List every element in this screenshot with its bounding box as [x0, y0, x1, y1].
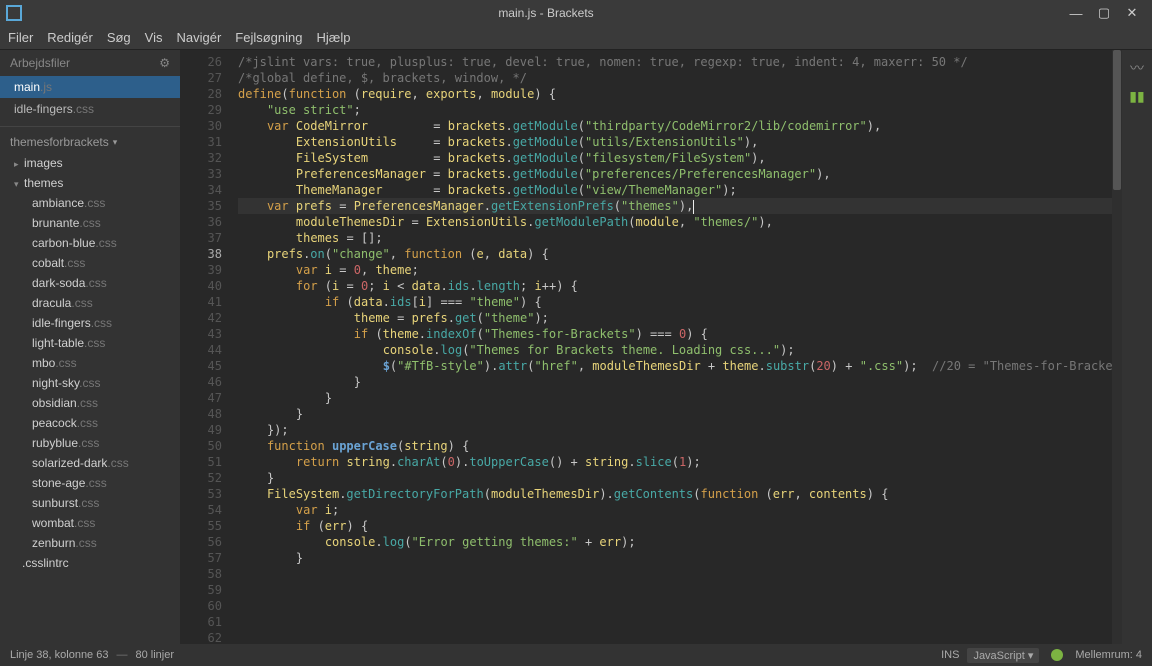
file-item[interactable]: rubyblue.css — [0, 433, 180, 453]
status-lines: 80 linjer — [135, 649, 174, 661]
working-files-header: Arbejdsfiler ⚙ — [0, 50, 180, 76]
project-header[interactable]: themesforbrackets ▾ — [0, 127, 180, 153]
gear-icon[interactable]: ⚙ — [159, 56, 170, 70]
file-item[interactable]: night-sky.css — [0, 373, 180, 393]
status-spaces[interactable]: Mellemrum: 4 — [1075, 649, 1142, 661]
file-item[interactable]: cobalt.css — [0, 253, 180, 273]
file-item[interactable]: carbon-blue.css — [0, 233, 180, 253]
app-logo — [6, 5, 22, 21]
right-toolbar: 〰 ▮▮ — [1122, 50, 1152, 644]
file-item[interactable]: dracula.css — [0, 293, 180, 313]
status-lang[interactable]: JavaScript ▾ — [967, 648, 1039, 663]
sidebar: Arbejdsfiler ⚙ main.jsidle-fingers.css t… — [0, 50, 180, 644]
working-file[interactable]: main.js — [0, 76, 180, 98]
menu-navigér[interactable]: Navigér — [176, 30, 221, 45]
menu-fejlsøgning[interactable]: Fejlsøgning — [235, 30, 302, 45]
maximize-button[interactable]: ▢ — [1090, 5, 1118, 21]
file-item[interactable]: stone-age.css — [0, 473, 180, 493]
folder-item[interactable]: ▾themes — [0, 173, 180, 193]
file-item[interactable]: light-table.css — [0, 333, 180, 353]
code-area[interactable]: /*jslint vars: true, plusplus: true, dev… — [230, 50, 1112, 644]
project-name: themesforbrackets — [10, 135, 109, 149]
menu-hjælp[interactable]: Hjælp — [316, 30, 350, 45]
file-item[interactable]: peacock.css — [0, 413, 180, 433]
live-preview-icon[interactable]: 〰 — [1130, 58, 1144, 78]
window-title: main.js - Brackets — [30, 6, 1062, 20]
menubar: Filer Redigér Søg Vis Navigér Fejlsøgning Hjæl… — [0, 26, 1152, 50]
statusbar: Linje 38, kolonne 63 — 80 linjer INS Jav… — [0, 644, 1152, 666]
file-tree: ▸images▾themesambiance.cssbrunante.cssca… — [0, 153, 180, 644]
extension-manager-icon[interactable]: ▮▮ — [1129, 88, 1144, 105]
titlebar: main.js - Brackets — ▢ ✕ — [0, 0, 1152, 26]
lint-ok-icon[interactable] — [1051, 649, 1063, 661]
file-item[interactable]: idle-fingers.css — [0, 313, 180, 333]
minimize-button[interactable]: — — [1062, 6, 1090, 21]
menu-filer[interactable]: Filer — [8, 30, 33, 45]
file-item[interactable]: mbo.css — [0, 353, 180, 373]
file-item[interactable]: wombat.css — [0, 513, 180, 533]
editor[interactable]: 2627282930313233343536373839404142434445… — [180, 50, 1122, 644]
folder-item[interactable]: ▸images — [0, 153, 180, 173]
status-cursor[interactable]: Linje 38, kolonne 63 — [10, 649, 108, 661]
line-gutter: 2627282930313233343536373839404142434445… — [180, 50, 230, 644]
file-item[interactable]: obsidian.css — [0, 393, 180, 413]
menu-søg[interactable]: Søg — [107, 30, 131, 45]
main-area: Arbejdsfiler ⚙ main.jsidle-fingers.css t… — [0, 50, 1152, 644]
menu-redigér[interactable]: Redigér — [47, 30, 93, 45]
file-item[interactable]: zenburn.css — [0, 533, 180, 553]
working-files-label: Arbejdsfiler — [10, 56, 70, 70]
file-item[interactable]: .csslintrc — [0, 553, 180, 573]
working-file[interactable]: idle-fingers.css — [0, 98, 180, 120]
file-item[interactable]: brunante.css — [0, 213, 180, 233]
file-item[interactable]: sunburst.css — [0, 493, 180, 513]
menu-vis[interactable]: Vis — [145, 30, 163, 45]
vertical-scrollbar[interactable] — [1112, 50, 1122, 644]
file-item[interactable]: solarized-dark.css — [0, 453, 180, 473]
file-item[interactable]: dark-soda.css — [0, 273, 180, 293]
close-button[interactable]: ✕ — [1118, 5, 1146, 21]
file-item[interactable]: ambiance.css — [0, 193, 180, 213]
chevron-down-icon: ▾ — [113, 137, 118, 148]
status-ins[interactable]: INS — [941, 649, 959, 661]
